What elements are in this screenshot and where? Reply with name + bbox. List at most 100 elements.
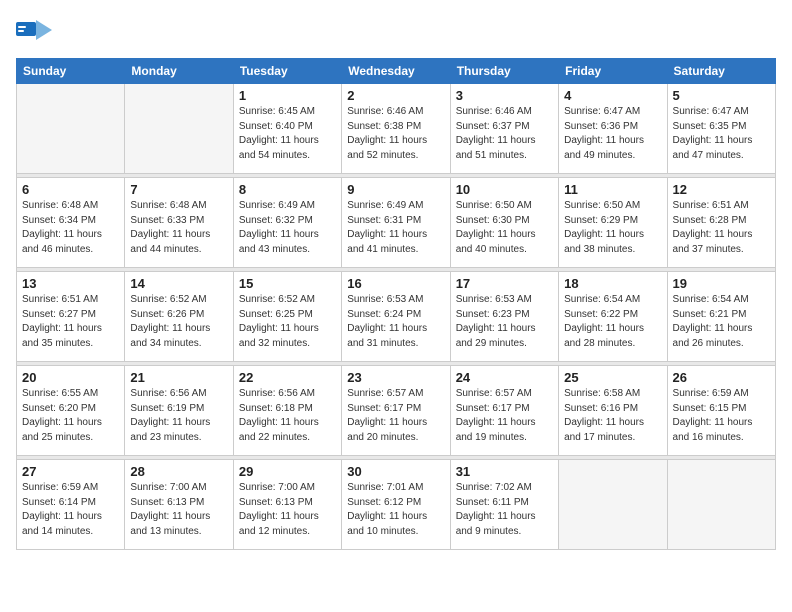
day-number: 16	[347, 276, 444, 291]
day-info: Sunrise: 6:52 AMSunset: 6:26 PMDaylight:…	[130, 293, 227, 351]
day-number: 2	[347, 88, 444, 103]
calendar-cell: 13Sunrise: 6:51 AMSunset: 6:27 PMDayligh…	[17, 272, 125, 362]
day-number: 21	[130, 370, 227, 385]
calendar-cell: 12Sunrise: 6:51 AMSunset: 6:28 PMDayligh…	[667, 178, 775, 268]
day-info: Sunrise: 6:47 AMSunset: 6:36 PMDaylight:…	[564, 105, 661, 163]
calendar-cell: 20 Sunrise: 6:55 AMSunset: 6:20 PMDayligh…	[17, 366, 125, 456]
calendar-week-row: 13Sunrise: 6:51 AMSunset: 6:27 PMDayligh…	[17, 272, 776, 362]
day-number: 26	[673, 370, 770, 385]
calendar-cell	[667, 460, 775, 550]
day-info: Sunrise: 6:57 AMSunset: 6:17 PMDaylight:…	[456, 387, 553, 445]
day-info: Sunrise: 6:57 AMSunset: 6:17 PMDaylight:…	[347, 387, 444, 445]
day-info: Sunrise: 6:59 AMSunset: 6:15 PMDaylight:…	[673, 387, 770, 445]
day-number: 31	[456, 464, 553, 479]
calendar-cell	[125, 84, 233, 174]
day-info: Sunrise: 6:54 AMSunset: 6:22 PMDaylight:…	[564, 293, 661, 351]
calendar-cell: 21 Sunrise: 6:56 AMSunset: 6:19 PMDayligh…	[125, 366, 233, 456]
day-number: 19	[673, 276, 770, 291]
day-number: 15	[239, 276, 336, 291]
day-number: 29	[239, 464, 336, 479]
day-info: Sunrise: 6:47 AMSunset: 6:35 PMDaylight:…	[673, 105, 770, 163]
day-info: Sunrise: 6:48 AMSunset: 6:34 PMDaylight:…	[22, 199, 119, 257]
day-info: Sunrise: 6:49 AMSunset: 6:32 PMDaylight:…	[239, 199, 336, 257]
calendar-week-row: 1 Sunrise: 6:45 AMSunset: 6:40 PMDaylight…	[17, 84, 776, 174]
day-number: 17	[456, 276, 553, 291]
calendar-cell: 15 Sunrise: 6:52 AMSunset: 6:25 PMDayligh…	[233, 272, 341, 362]
day-info: Sunrise: 6:45 AMSunset: 6:40 PMDaylight:…	[239, 105, 336, 163]
weekday-header-wednesday: Wednesday	[342, 59, 450, 84]
weekday-header-friday: Friday	[559, 59, 667, 84]
day-info: Sunrise: 6:54 AMSunset: 6:21 PMDaylight:…	[673, 293, 770, 351]
calendar-week-row: 6 Sunrise: 6:48 AMSunset: 6:34 PMDaylight…	[17, 178, 776, 268]
day-info: Sunrise: 6:50 AMSunset: 6:30 PMDaylight:…	[456, 199, 553, 257]
day-info: Sunrise: 6:46 AMSunset: 6:38 PMDaylight:…	[347, 105, 444, 163]
day-number: 30	[347, 464, 444, 479]
day-number: 3	[456, 88, 553, 103]
day-info: Sunrise: 6:50 AMSunset: 6:29 PMDaylight:…	[564, 199, 661, 257]
day-info: Sunrise: 6:48 AMSunset: 6:33 PMDaylight:…	[130, 199, 227, 257]
day-info: Sunrise: 6:55 AMSunset: 6:20 PMDaylight:…	[22, 387, 119, 445]
calendar-cell: 1 Sunrise: 6:45 AMSunset: 6:40 PMDaylight…	[233, 84, 341, 174]
day-info: Sunrise: 6:59 AMSunset: 6:14 PMDaylight:…	[22, 481, 119, 539]
calendar-cell: 16 Sunrise: 6:53 AMSunset: 6:24 PMDayligh…	[342, 272, 450, 362]
day-info: Sunrise: 7:00 AMSunset: 6:13 PMDaylight:…	[130, 481, 227, 539]
day-number: 23	[347, 370, 444, 385]
weekday-header-sunday: Sunday	[17, 59, 125, 84]
day-info: Sunrise: 6:53 AMSunset: 6:23 PMDaylight:…	[456, 293, 553, 351]
calendar-cell: 11 Sunrise: 6:50 AMSunset: 6:29 PMDayligh…	[559, 178, 667, 268]
day-number: 5	[673, 88, 770, 103]
day-number: 10	[456, 182, 553, 197]
day-info: Sunrise: 7:00 AMSunset: 6:13 PMDaylight:…	[239, 481, 336, 539]
day-number: 28	[130, 464, 227, 479]
calendar-cell: 29 Sunrise: 7:00 AMSunset: 6:13 PMDayligh…	[233, 460, 341, 550]
day-info: Sunrise: 6:52 AMSunset: 6:25 PMDaylight:…	[239, 293, 336, 351]
calendar-cell: 24 Sunrise: 6:57 AMSunset: 6:17 PMDayligh…	[450, 366, 558, 456]
day-info: Sunrise: 7:01 AMSunset: 6:12 PMDaylight:…	[347, 481, 444, 539]
calendar-week-row: 27 Sunrise: 6:59 AMSunset: 6:14 PMDayligh…	[17, 460, 776, 550]
logo	[16, 16, 56, 46]
calendar-cell: 28 Sunrise: 7:00 AMSunset: 6:13 PMDayligh…	[125, 460, 233, 550]
page-header	[16, 16, 776, 46]
calendar-cell: 17 Sunrise: 6:53 AMSunset: 6:23 PMDayligh…	[450, 272, 558, 362]
day-number: 1	[239, 88, 336, 103]
day-info: Sunrise: 6:49 AMSunset: 6:31 PMDaylight:…	[347, 199, 444, 257]
weekday-header-thursday: Thursday	[450, 59, 558, 84]
calendar-cell: 22 Sunrise: 6:56 AMSunset: 6:18 PMDayligh…	[233, 366, 341, 456]
day-number: 22	[239, 370, 336, 385]
weekday-header-tuesday: Tuesday	[233, 59, 341, 84]
calendar-cell: 4 Sunrise: 6:47 AMSunset: 6:36 PMDaylight…	[559, 84, 667, 174]
day-info: Sunrise: 6:58 AMSunset: 6:16 PMDaylight:…	[564, 387, 661, 445]
calendar-cell: 14 Sunrise: 6:52 AMSunset: 6:26 PMDayligh…	[125, 272, 233, 362]
calendar-cell	[17, 84, 125, 174]
calendar-cell: 19 Sunrise: 6:54 AMSunset: 6:21 PMDayligh…	[667, 272, 775, 362]
day-number: 4	[564, 88, 661, 103]
calendar-cell: 26 Sunrise: 6:59 AMSunset: 6:15 PMDayligh…	[667, 366, 775, 456]
day-number: 25	[564, 370, 661, 385]
calendar-cell: 25 Sunrise: 6:58 AMSunset: 6:16 PMDayligh…	[559, 366, 667, 456]
calendar-table: SundayMondayTuesdayWednesdayThursdayFrid…	[16, 58, 776, 550]
day-number: 24	[456, 370, 553, 385]
day-info: Sunrise: 6:56 AMSunset: 6:18 PMDaylight:…	[239, 387, 336, 445]
logo-icon	[16, 16, 52, 46]
day-number: 20	[22, 370, 119, 385]
day-number: 8	[239, 182, 336, 197]
day-number: 18	[564, 276, 661, 291]
calendar-cell: 31 Sunrise: 7:02 AMSunset: 6:11 PMDayligh…	[450, 460, 558, 550]
calendar-cell: 23 Sunrise: 6:57 AMSunset: 6:17 PMDayligh…	[342, 366, 450, 456]
calendar-cell: 5 Sunrise: 6:47 AMSunset: 6:35 PMDaylight…	[667, 84, 775, 174]
weekday-header-monday: Monday	[125, 59, 233, 84]
day-info: Sunrise: 6:56 AMSunset: 6:19 PMDaylight:…	[130, 387, 227, 445]
day-info: Sunrise: 6:51 AMSunset: 6:27 PMDaylight:…	[22, 293, 119, 351]
day-number: 14	[130, 276, 227, 291]
day-number: 7	[130, 182, 227, 197]
day-info: Sunrise: 6:46 AMSunset: 6:37 PMDaylight:…	[456, 105, 553, 163]
day-number: 11	[564, 182, 661, 197]
day-info: Sunrise: 6:53 AMSunset: 6:24 PMDaylight:…	[347, 293, 444, 351]
calendar-cell: 6 Sunrise: 6:48 AMSunset: 6:34 PMDaylight…	[17, 178, 125, 268]
day-number: 6	[22, 182, 119, 197]
day-number: 27	[22, 464, 119, 479]
day-info: Sunrise: 7:02 AMSunset: 6:11 PMDaylight:…	[456, 481, 553, 539]
day-number: 9	[347, 182, 444, 197]
calendar-cell: 7 Sunrise: 6:48 AMSunset: 6:33 PMDaylight…	[125, 178, 233, 268]
calendar-week-row: 20 Sunrise: 6:55 AMSunset: 6:20 PMDayligh…	[17, 366, 776, 456]
